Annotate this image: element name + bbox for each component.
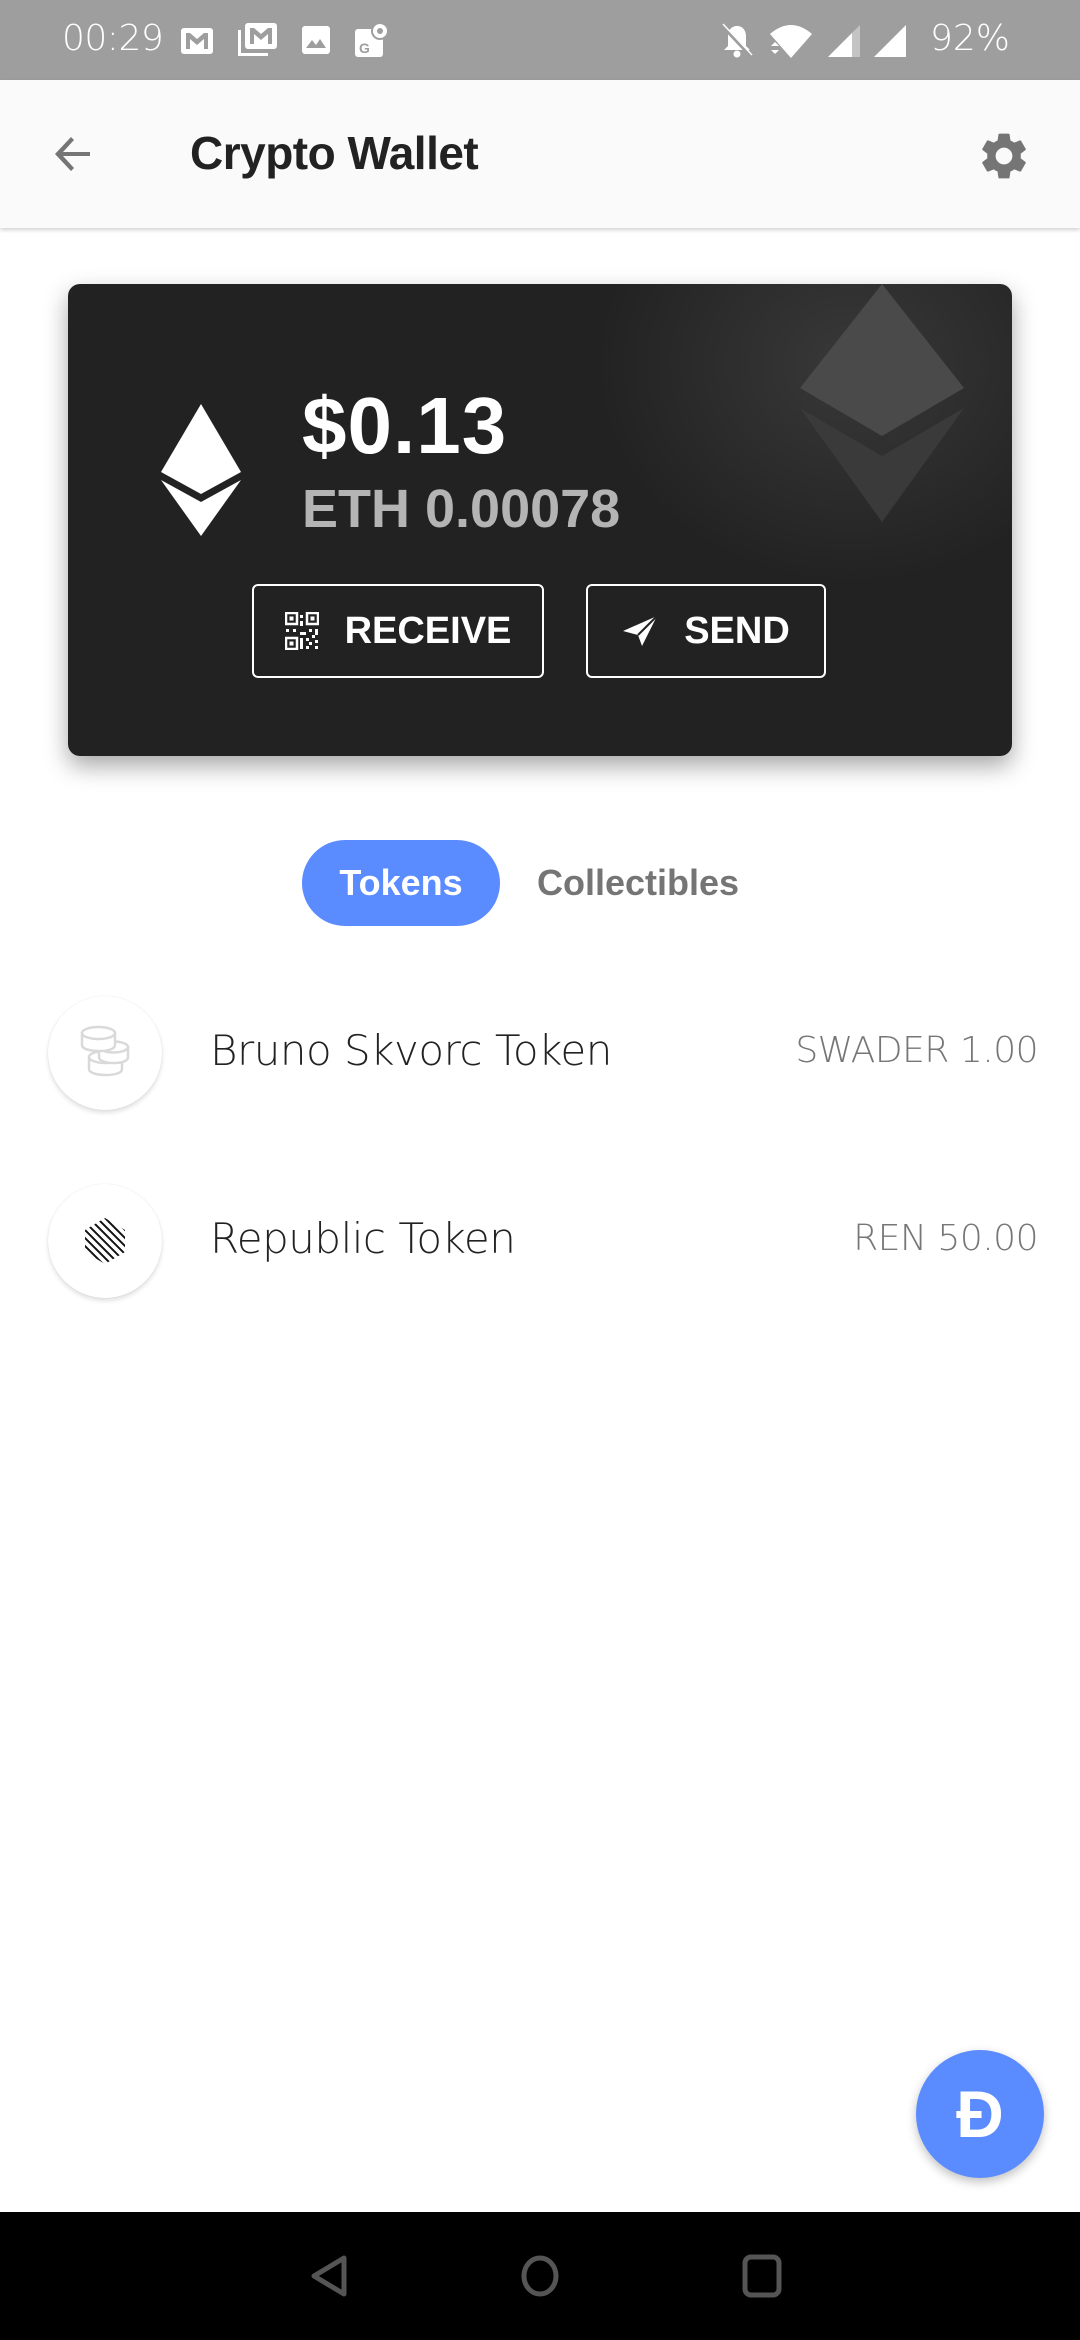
asset-tabs: Tokens Collectibles: [0, 840, 1080, 926]
battery-percentage: 92%: [930, 18, 1011, 59]
cellular-signal-1-icon: [828, 25, 860, 57]
ethereum-icon: [161, 404, 241, 536]
nav-recents-button[interactable]: [732, 2246, 792, 2306]
ethereum-watermark-icon: [800, 284, 964, 522]
tab-tokens[interactable]: Tokens: [302, 840, 500, 926]
coins-icon: [80, 1025, 130, 1077]
page-title: Crypto Wallet: [190, 127, 479, 179]
gear-icon: [982, 133, 1026, 179]
app-bar: Crypto Wallet: [0, 80, 1080, 228]
token-name: Republic Token: [210, 1214, 516, 1263]
notifications-off-icon: [720, 23, 753, 58]
gmail-multiple-icon: [238, 23, 277, 56]
republic-token-icon: [85, 1218, 125, 1264]
tab-collectibles[interactable]: Collectibles: [520, 840, 756, 926]
balance-eth: ETH 0.00078: [302, 479, 621, 539]
status-bar: 00:29 G 92%: [0, 0, 1080, 80]
send-button-label: SEND: [684, 609, 790, 652]
paper-plane-icon: [623, 615, 658, 646]
receive-button[interactable]: RECEIVE: [252, 584, 544, 678]
nav-back-button[interactable]: [300, 2246, 360, 2306]
arrow-back-icon: [55, 137, 90, 171]
svg-text:G: G: [359, 40, 370, 56]
token-list-item[interactable]: Republic Token REN 50.00: [0, 1178, 1080, 1308]
recents-icon: [742, 2254, 782, 2298]
dapp-browser-icon: Ð: [956, 2077, 1004, 2151]
google-maps-icon: G: [355, 22, 388, 57]
nav-home-button[interactable]: [510, 2246, 570, 2306]
balance-usd: $0.13: [302, 381, 508, 470]
token-list-item[interactable]: Bruno Skvorc Token SWADER 1.00: [0, 990, 1080, 1120]
status-time: 00:29: [62, 18, 164, 59]
settings-button[interactable]: [972, 124, 1036, 188]
wallet-card: $0.13 ETH 0.00078 RECEIVE SEND: [68, 284, 1012, 756]
image-icon: [302, 26, 330, 54]
back-button[interactable]: [44, 124, 104, 184]
system-navigation-bar: [0, 2212, 1080, 2340]
gmail-icon: [181, 28, 213, 54]
token-balance: REN 50.00: [853, 1218, 1038, 1259]
qr-code-icon: [284, 612, 319, 650]
notification-icons: G: [180, 22, 388, 58]
cellular-signal-2-icon: [874, 25, 906, 57]
dapp-browser-fab[interactable]: Ð: [916, 2050, 1044, 2178]
token-name: Bruno Skvorc Token: [210, 1026, 612, 1075]
receive-button-label: RECEIVE: [344, 609, 512, 652]
token-balance: SWADER 1.00: [795, 1030, 1038, 1071]
back-icon: [311, 2255, 347, 2297]
send-button[interactable]: SEND: [586, 584, 826, 678]
token-avatar: [48, 996, 162, 1110]
token-avatar: [48, 1184, 162, 1298]
wifi-icon: [770, 25, 812, 58]
system-icons: [718, 22, 908, 60]
home-icon: [521, 2255, 559, 2297]
